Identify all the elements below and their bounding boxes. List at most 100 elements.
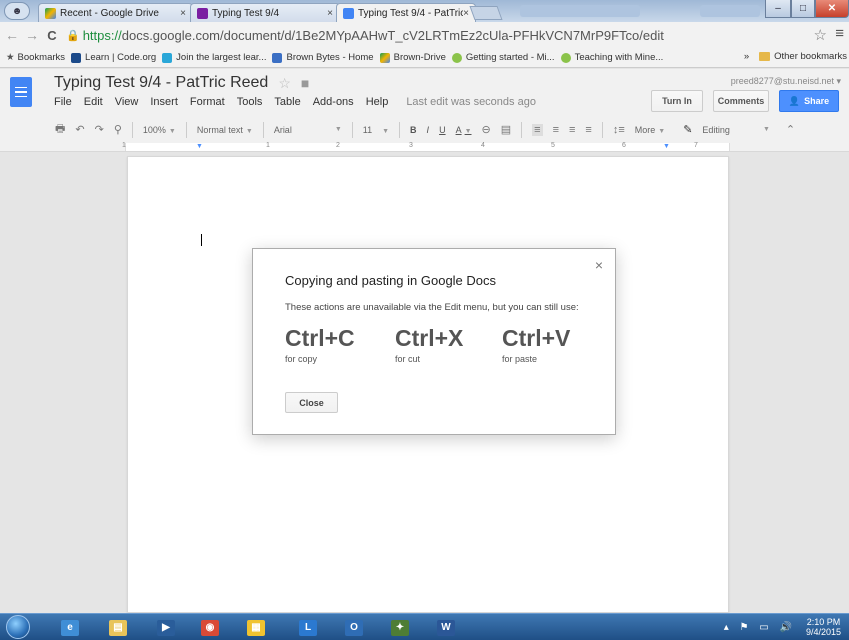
editing-mode-select[interactable]: Editing [702,125,730,135]
right-indent-marker-icon[interactable]: ▼ [663,143,670,150]
menu-insert[interactable]: Insert [150,96,178,108]
toolbar-divider [399,121,401,138]
window-menu-icon[interactable]: ☻ [4,2,30,20]
align-justify-icon[interactable]: ≡ [585,124,591,136]
bookmark-item[interactable]: ★ Bookmarks [6,52,65,63]
minimize-button[interactable]: – [765,0,791,18]
chevron-down-icon[interactable]: ▼ [335,126,342,133]
bookmark-star-icon[interactable]: ☆ [814,26,827,44]
link-icon[interactable]: ⊖ [482,123,491,136]
star-icon[interactable]: ☆ [278,75,291,92]
italic-button[interactable]: I [427,125,430,135]
folder-icon[interactable]: ■ [301,75,309,91]
line-spacing-icon[interactable]: ↕≡ [613,124,625,136]
undo-icon[interactable]: ↶ [75,123,84,136]
taskbar-app-lync[interactable]: L [290,616,326,639]
comment-icon[interactable]: ▤ [501,123,511,136]
tab-typing-test-doc[interactable]: Typing Test 9/4 - PatTric F × [336,3,476,22]
bookmarks-overflow-button[interactable]: » [744,51,749,62]
reload-icon[interactable]: C [44,28,60,43]
new-tab-button[interactable] [469,6,503,20]
bookmark-item[interactable]: Brown Bytes - Home [272,52,374,63]
paint-format-icon[interactable]: ⚲ [114,123,122,136]
align-center-icon[interactable]: ≡ [553,124,559,136]
menu-table[interactable]: Table [274,96,300,108]
menu-help[interactable]: Help [366,96,389,108]
last-edit-status[interactable]: Last edit was seconds ago [406,96,536,108]
menu-edit[interactable]: Edit [84,96,103,108]
start-button[interactable] [6,615,30,639]
document-title[interactable]: Typing Test 9/4 - PatTric Reed ☆ ■ [54,74,309,92]
tab-close-icon[interactable]: × [463,8,469,19]
toolbar-divider [601,121,603,138]
taskbar-app-chrome[interactable]: ◉ [192,616,228,639]
ruler: 1 ▼ 1 2 3 4 5 6 ▼ 7 [0,142,849,152]
taskbar-app-word[interactable]: W [428,616,464,639]
more-button[interactable]: More ▼ [635,125,665,135]
share-button[interactable]: 👤 Share [779,90,839,112]
taskbar-app-explorer[interactable]: ▤ [100,616,136,639]
chrome-menu-icon[interactable]: ≡ [835,25,844,42]
word-icon: W [437,619,455,636]
clock[interactable]: 2:10 PM 9/4/2015 [806,617,841,637]
bookmark-item[interactable]: Teaching with Mine... [560,52,663,63]
tray-icons[interactable]: ▴ ⚑ ▭ 🔊 [724,622,796,633]
chevron-down-icon[interactable]: ▼ [763,126,770,133]
taskbar-app-minecraft[interactable]: ✦ [382,616,418,639]
weebly-icon [272,52,283,63]
url-field[interactable]: 🔒 https:// docs.google.com/document/d/1B… [66,28,664,43]
font-size-value: 11 [362,124,373,135]
zoom-select[interactable]: 100% ▼ [143,125,176,135]
dialog-close-icon[interactable]: × [595,257,603,273]
tab-close-icon[interactable]: × [180,8,186,19]
style-select[interactable]: Normal text ▼ [197,125,253,135]
menu-bar: File Edit View Insert Format Tools Table… [54,96,536,108]
align-right-icon[interactable]: ≡ [569,124,575,136]
bold-button[interactable]: B [410,125,417,135]
bookmark-item[interactable]: Brown-Drive [379,52,446,63]
taskbar-app-outlook[interactable]: O [336,616,372,639]
window-close-button[interactable]: ✕ [815,0,849,18]
back-arrow-icon[interactable]: ← [4,27,20,43]
other-bookmarks-folder[interactable]: Other bookmarks [774,51,847,62]
collapse-menu-icon[interactable]: ⌃ [786,123,795,136]
tab-label: Typing Test 9/4 - PatTric F [358,7,464,19]
taskbar-app-media[interactable]: ▶ [148,616,184,639]
font-size-select[interactable]: 11 ▼ [363,125,389,135]
lync-icon: L [299,619,317,636]
people-icon: 👤 [788,95,801,106]
tab-google-drive[interactable]: Recent - Google Drive × [38,3,193,22]
dialog-close-button[interactable]: Close [285,392,338,413]
text-color-button[interactable]: A ▼ [456,125,472,135]
taskbar-app-ie[interactable]: e [52,616,88,639]
redo-icon[interactable]: ↷ [95,123,104,136]
ruler-track[interactable]: 1 ▼ 1 2 3 4 5 6 ▼ 7 [122,142,730,151]
underline-button[interactable]: U [439,125,446,135]
menu-addons[interactable]: Add-ons [313,96,354,108]
menu-format[interactable]: Format [190,96,225,108]
windows-taskbar: e ▤ ▶ ◉ ▦ L O ✦ W ▴ ⚑ ▭ 🔊 2:10 PM 9/4/2015 [0,613,849,640]
bookmark-item[interactable]: Learn | Code.org [71,52,156,63]
tab-close-icon[interactable]: × [327,8,333,19]
align-left-icon[interactable]: ≡ [532,123,543,136]
maximize-button[interactable]: □ [791,0,815,18]
bookmark-item[interactable]: Getting started - Mi... [451,52,555,63]
docs-home-icon[interactable] [10,77,32,107]
site-icon [162,52,173,63]
indent-marker-icon[interactable]: ▼ [196,143,203,150]
menu-tools[interactable]: Tools [237,96,263,108]
forward-arrow-icon[interactable]: → [24,27,40,43]
comments-button[interactable]: Comments [713,90,769,112]
bookmark-item[interactable]: Join the largest lear... [162,52,266,63]
bookmark-label: Learn | Code.org [85,52,157,63]
taskbar-app-apps[interactable]: ▦ [238,616,274,639]
menu-view[interactable]: View [115,96,139,108]
menu-file[interactable]: File [54,96,72,108]
folder-icon [759,52,771,61]
user-account[interactable]: preed8277@stu.neisd.net ▾ [731,76,841,87]
print-icon[interactable]: 🖶 [55,120,65,139]
drive-favicon-icon [45,7,56,19]
font-select[interactable]: Arial [274,125,292,135]
tab-classroom[interactable]: Typing Test 9/4 × [190,3,340,22]
turn-in-button[interactable]: Turn In [651,90,703,112]
